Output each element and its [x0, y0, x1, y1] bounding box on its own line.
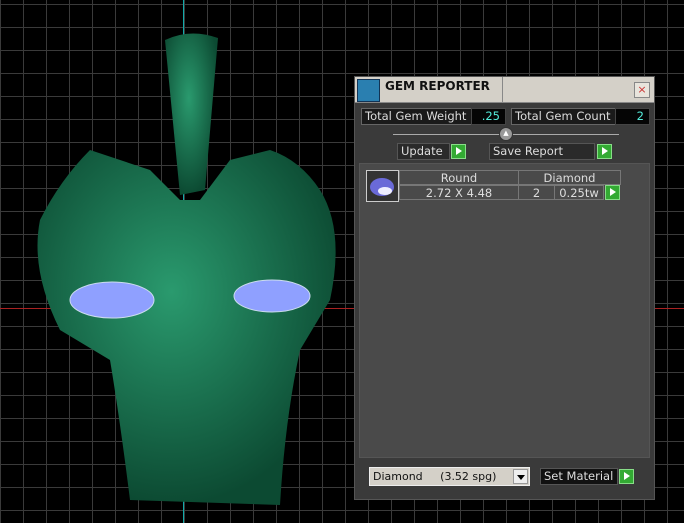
- gem-count: 2: [518, 185, 555, 200]
- divider: [502, 77, 503, 102]
- gem-reporter-icon: [357, 79, 380, 102]
- update-go-icon[interactable]: [451, 144, 466, 159]
- total-gem-count-value: 2: [615, 108, 650, 125]
- bail: [165, 33, 218, 195]
- total-gem-weight-label: Total Gem Weight: [361, 108, 472, 125]
- close-button[interactable]: ×: [634, 82, 650, 98]
- gem-reporter-panel: GEM REPORTER × Total Gem Weight .25 Tota…: [354, 76, 655, 500]
- skull-body: [37, 150, 336, 505]
- gem-left-eye: [69, 281, 155, 319]
- chevron-down-icon[interactable]: [513, 469, 528, 484]
- update-button[interactable]: Update: [397, 143, 450, 160]
- total-gem-count-label: Total Gem Count: [511, 108, 616, 125]
- save-report-button[interactable]: Save Report: [489, 143, 595, 160]
- set-material-button[interactable]: Set Material: [540, 468, 618, 485]
- gem-right-eye: [233, 279, 311, 313]
- gem-shape: Round: [399, 170, 519, 185]
- save-report-go-icon[interactable]: [597, 144, 612, 159]
- title-bar[interactable]: GEM REPORTER ×: [355, 77, 654, 103]
- set-material-go-icon[interactable]: [619, 469, 634, 484]
- collapse-handle[interactable]: ▲: [499, 127, 513, 141]
- window-title: GEM REPORTER: [385, 79, 490, 93]
- material-select[interactable]: Diamond (3.52 spg): [369, 467, 530, 486]
- total-gem-weight-value: .25: [471, 108, 506, 125]
- gem-row-go-icon[interactable]: [605, 185, 620, 200]
- round-gem-icon: [366, 170, 399, 202]
- gem-list: Round Diamond 2.72 X 4.48 2 0.25tw: [359, 163, 650, 458]
- gem-weight: 0.25tw: [554, 185, 604, 200]
- gem-size: 2.72 X 4.48: [399, 185, 519, 200]
- material-select-value: Diamond (3.52 spg): [373, 470, 497, 483]
- gem-material: Diamond: [518, 170, 621, 185]
